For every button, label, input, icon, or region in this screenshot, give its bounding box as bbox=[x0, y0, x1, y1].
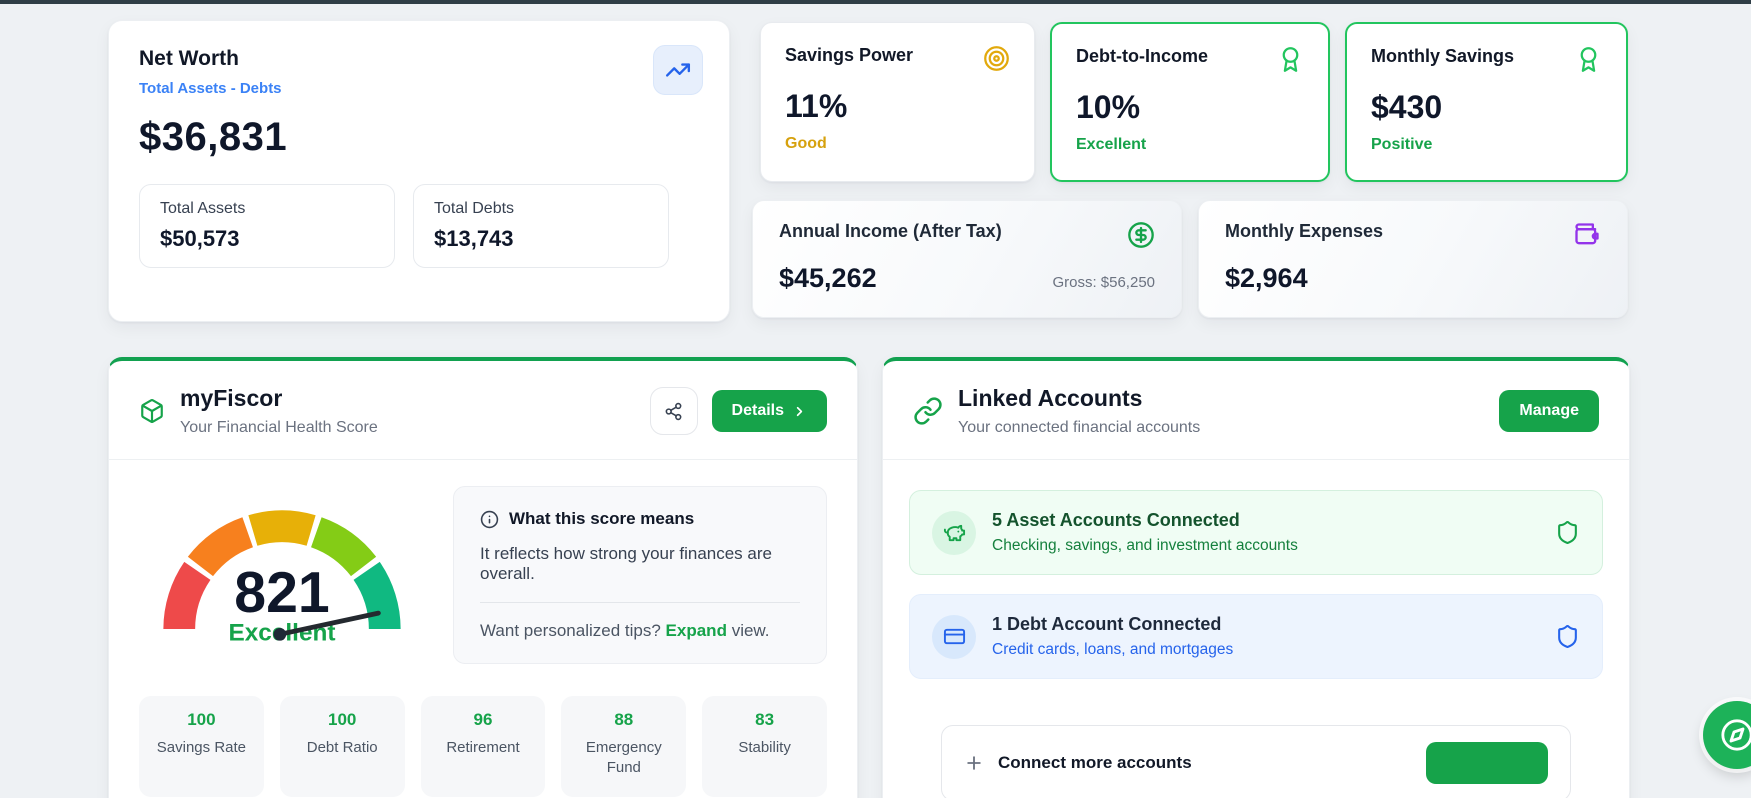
annual-income-card: Annual Income (After Tax) $45,262 Gross:… bbox=[752, 200, 1182, 318]
linked-accounts-title: Linked Accounts bbox=[958, 385, 1200, 412]
monthly-savings-value: $430 bbox=[1371, 89, 1602, 126]
savings-power-status: Good bbox=[785, 135, 1010, 153]
subscore-label: Retirement bbox=[429, 738, 538, 758]
details-button-label: Details bbox=[732, 402, 784, 420]
connect-more-row[interactable]: Connect more accounts bbox=[941, 725, 1571, 798]
total-debts-value: $13,743 bbox=[434, 226, 648, 252]
wallet-icon bbox=[1573, 221, 1601, 249]
debt-accounts-row: 1 Debt Account Connected Credit cards, l… bbox=[909, 594, 1603, 679]
debt-accounts-title: 1 Debt Account Connected bbox=[992, 614, 1233, 635]
net-worth-trend-button[interactable] bbox=[653, 45, 703, 95]
manage-button-label: Manage bbox=[1519, 402, 1579, 420]
net-worth-formula: Total Assets - Debts bbox=[139, 80, 699, 97]
health-score-subtitle: Your Financial Health Score bbox=[180, 419, 378, 437]
savings-power-card: Savings Power 11% Good bbox=[760, 22, 1035, 182]
monthly-expenses-value: $2,964 bbox=[1225, 263, 1308, 294]
monthly-savings-card: Monthly Savings $430 Positive bbox=[1345, 22, 1628, 182]
link-icon bbox=[913, 396, 943, 426]
savings-power-title: Savings Power bbox=[785, 45, 913, 66]
asset-accounts-subtitle: Checking, savings, and investment accoun… bbox=[992, 537, 1298, 555]
connect-more-title: Connect more accounts bbox=[998, 753, 1192, 773]
subscore-debt-ratio: 100 Debt Ratio bbox=[280, 696, 405, 797]
total-assets-label: Total Assets bbox=[160, 200, 374, 218]
debt-to-income-title: Debt-to-Income bbox=[1076, 46, 1208, 67]
annual-income-gross: Gross: $56,250 bbox=[1052, 274, 1155, 291]
share-icon bbox=[664, 402, 683, 421]
subscore-value: 83 bbox=[710, 710, 819, 730]
compass-icon bbox=[1720, 718, 1751, 752]
subscore-value: 100 bbox=[288, 710, 397, 730]
net-worth-value: $36,831 bbox=[139, 115, 699, 160]
target-icon bbox=[983, 45, 1010, 72]
score-info-title: What this score means bbox=[509, 509, 694, 529]
shield-icon bbox=[1555, 624, 1580, 649]
subscore-emergency-fund: 88 Emergency Fund bbox=[561, 696, 686, 797]
top-window-edge bbox=[0, 0, 1751, 4]
tips-suffix: view. bbox=[732, 621, 770, 640]
annual-income-title: Annual Income (After Tax) bbox=[779, 221, 1002, 242]
monthly-savings-title: Monthly Savings bbox=[1371, 46, 1514, 67]
health-score-panel: myFiscor Your Financial Health Score Det… bbox=[108, 357, 858, 798]
asset-accounts-title: 5 Asset Accounts Connected bbox=[992, 510, 1298, 531]
subscore-label: Debt Ratio bbox=[288, 738, 397, 758]
linked-accounts-subtitle: Your connected financial accounts bbox=[958, 419, 1200, 437]
info-icon bbox=[480, 510, 499, 529]
total-debts-label: Total Debts bbox=[434, 200, 648, 218]
gauge-score: 821 bbox=[234, 561, 329, 625]
subscore-label: Savings Rate bbox=[147, 738, 256, 758]
debt-to-income-card: Debt-to-Income 10% Excellent bbox=[1050, 22, 1330, 182]
debt-accounts-subtitle: Credit cards, loans, and mortgages bbox=[992, 641, 1233, 659]
subscore-savings-rate: 100 Savings Rate bbox=[139, 696, 264, 797]
linked-accounts-panel: Linked Accounts Your connected financial… bbox=[882, 357, 1630, 798]
health-score-brand: myFiscor bbox=[180, 385, 378, 412]
manage-button[interactable]: Manage bbox=[1499, 390, 1599, 432]
score-info-box: What this score means It reflects how st… bbox=[453, 486, 827, 664]
chevron-right-icon bbox=[792, 404, 807, 419]
share-button[interactable] bbox=[650, 387, 698, 435]
health-score-gauge: 821 Excellent bbox=[139, 486, 425, 664]
expand-link[interactable]: Expand bbox=[666, 621, 727, 640]
subscore-value: 88 bbox=[569, 710, 678, 730]
asset-accounts-row: 5 Asset Accounts Connected Checking, sav… bbox=[909, 490, 1603, 575]
tips-prefix: Want personalized tips? bbox=[480, 621, 661, 640]
total-assets-box: Total Assets $50,573 bbox=[139, 184, 395, 268]
gauge-needle-pivot bbox=[274, 628, 287, 641]
total-debts-box: Total Debts $13,743 bbox=[413, 184, 669, 268]
credit-card-icon bbox=[932, 615, 976, 659]
piggy-bank-icon bbox=[932, 511, 976, 555]
info-divider bbox=[480, 602, 800, 603]
subscore-label: Emergency Fund bbox=[569, 738, 678, 779]
assistant-fab-button[interactable] bbox=[1703, 701, 1751, 769]
add-account-button[interactable] bbox=[1426, 742, 1548, 784]
annual-income-value: $45,262 bbox=[779, 263, 877, 294]
net-worth-card: Net Worth Total Assets - Debts $36,831 T… bbox=[108, 20, 730, 322]
dashboard-screen: Net Worth Total Assets - Debts $36,831 T… bbox=[0, 0, 1751, 798]
score-tips-line: Want personalized tips? Expand view. bbox=[480, 621, 800, 641]
monthly-expenses-card: Monthly Expenses $2,964 bbox=[1198, 200, 1628, 318]
subscore-label: Stability bbox=[710, 738, 819, 758]
award-icon bbox=[1575, 46, 1602, 73]
net-worth-title: Net Worth bbox=[139, 47, 699, 71]
subscore-value: 96 bbox=[429, 710, 538, 730]
score-info-body: It reflects how strong your finances are… bbox=[480, 544, 800, 584]
award-icon bbox=[1277, 46, 1304, 73]
debt-to-income-value: 10% bbox=[1076, 89, 1304, 126]
plus-icon bbox=[964, 753, 984, 773]
monthly-expenses-title: Monthly Expenses bbox=[1225, 221, 1383, 242]
subscore-value: 100 bbox=[147, 710, 256, 730]
trending-up-icon bbox=[665, 57, 691, 83]
package-icon bbox=[139, 398, 165, 424]
details-button[interactable]: Details bbox=[712, 390, 827, 432]
shield-icon bbox=[1555, 520, 1580, 545]
subscore-retirement: 96 Retirement bbox=[421, 696, 546, 797]
total-assets-value: $50,573 bbox=[160, 226, 374, 252]
debt-to-income-status: Excellent bbox=[1076, 136, 1304, 154]
savings-power-value: 11% bbox=[785, 88, 1010, 125]
subscore-stability: 83 Stability bbox=[702, 696, 827, 797]
monthly-savings-status: Positive bbox=[1371, 136, 1602, 154]
circle-dollar-icon bbox=[1127, 221, 1155, 249]
